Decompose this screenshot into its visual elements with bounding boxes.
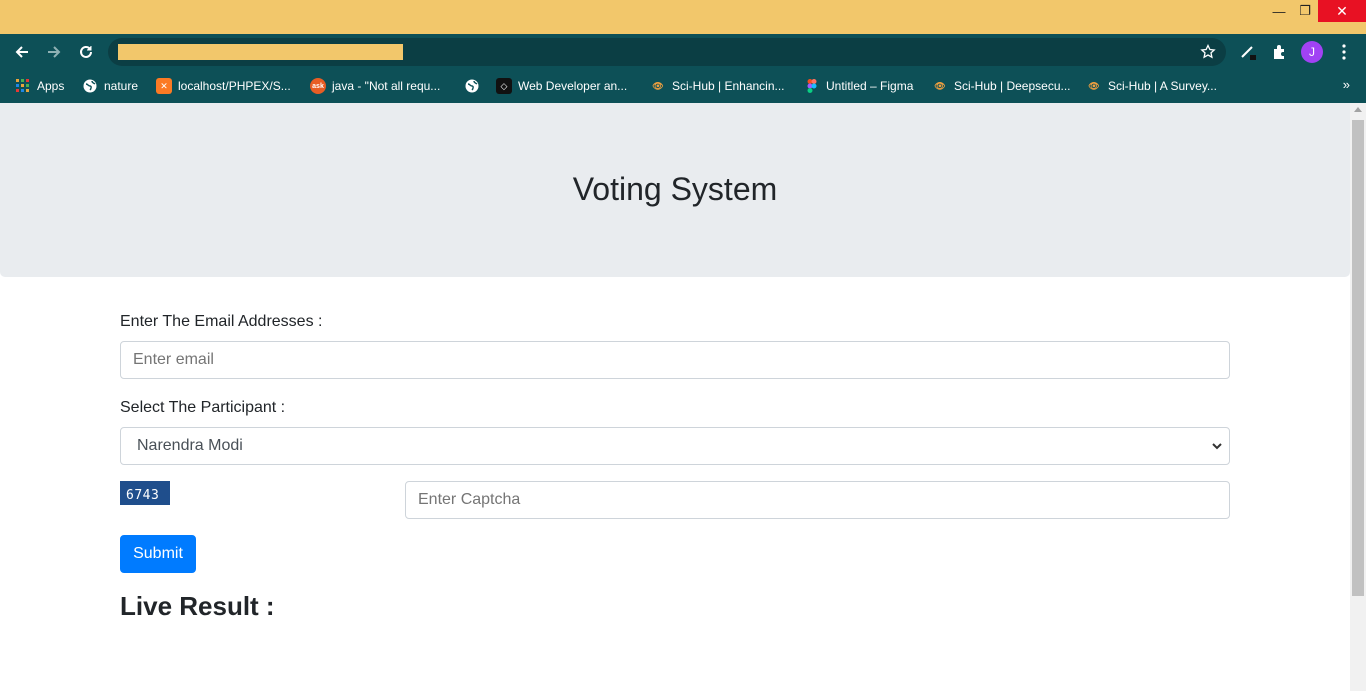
bookmark-label: nature — [104, 79, 139, 93]
bookmark-label: java - "Not all requ... — [332, 79, 441, 93]
apps-grid-icon — [15, 78, 31, 94]
globe-icon — [464, 78, 480, 94]
reload-icon — [80, 45, 92, 58]
bookmark-label: Untitled – Figma — [826, 79, 914, 93]
extensions-puzzle-icon[interactable] — [1270, 42, 1290, 62]
page-title: Voting System — [572, 171, 778, 207]
bookmark-label: Sci-Hub | A Survey... — [1108, 79, 1217, 93]
bookmark-scihub-1[interactable]: 👁 Sci-Hub | Enhancin... — [650, 76, 785, 96]
url-redacted — [118, 44, 403, 60]
webdev-icon: ◇ — [496, 78, 512, 94]
bookmark-star-icon[interactable] — [1200, 44, 1216, 60]
bookmark-localhost[interactable]: ✕ localhost/PHPEX/S... — [156, 76, 291, 96]
bookmark-nature[interactable]: nature — [82, 76, 138, 96]
bookmark-globe[interactable] — [464, 76, 486, 96]
bookmark-label: Apps — [37, 79, 65, 93]
bookmarks-overflow-button[interactable]: » — [1343, 77, 1350, 92]
bookmark-label: localhost/PHPEX/S... — [178, 79, 291, 93]
bookmark-label: Sci-Hub | Enhancin... — [672, 79, 785, 93]
window-title-bar: — ❐ ✕ — [0, 0, 1366, 34]
bookmark-scihub-2[interactable]: 👁 Sci-Hub | Deepsecu... — [932, 76, 1071, 96]
chevron-down-icon — [1212, 443, 1222, 450]
globe-icon — [82, 78, 98, 94]
scihub-icon: 👁 — [652, 80, 664, 91]
scroll-up-arrow-icon[interactable] — [1354, 107, 1362, 112]
bookmark-apps[interactable]: Apps — [15, 76, 64, 96]
live-result-heading: Live Result : — [120, 591, 275, 621]
page-content: Voting System Enter The Email Addresses … — [0, 103, 1350, 691]
bookmark-web-developer[interactable]: ◇ Web Developer an... — [496, 76, 627, 96]
submit-button[interactable]: Submit — [120, 535, 196, 573]
reload-button[interactable] — [74, 40, 98, 64]
forward-button[interactable] — [42, 40, 66, 64]
xampp-icon: ✕ — [156, 78, 172, 94]
bookmark-label: Sci-Hub | Deepsecu... — [954, 79, 1071, 93]
bookmark-scihub-3[interactable]: 👁 Sci-Hub | A Survey... — [1086, 76, 1217, 96]
ask-icon: ask — [310, 78, 326, 94]
bookmark-label: Web Developer an... — [518, 79, 628, 93]
bookmark-figma[interactable]: Untitled – Figma — [804, 76, 913, 96]
scihub-icon: 👁 — [934, 80, 946, 91]
forward-arrow-icon — [48, 46, 61, 58]
participant-label: Select The Participant : — [120, 399, 286, 416]
close-window-button[interactable]: ✕ — [1318, 0, 1366, 22]
profile-avatar[interactable]: J — [1301, 41, 1323, 63]
browser-menu-icon[interactable] — [1334, 42, 1354, 62]
extension-pen-icon[interactable] — [1238, 42, 1258, 62]
address-bar[interactable] — [108, 38, 1226, 66]
participant-selected-value: Narendra Modi — [137, 437, 243, 454]
captcha-image: 6743 — [120, 481, 170, 505]
email-field[interactable] — [120, 341, 1230, 379]
back-button[interactable] — [10, 40, 34, 64]
captcha-input[interactable] — [405, 481, 1230, 519]
bookmark-java-ask[interactable]: ask java - "Not all requ... — [310, 76, 440, 96]
header-jumbotron: Voting System — [0, 103, 1350, 277]
figma-icon — [804, 78, 820, 94]
back-arrow-icon — [15, 46, 28, 58]
scihub-icon: 👁 — [1088, 80, 1100, 91]
scrollbar-thumb[interactable] — [1352, 120, 1364, 596]
email-label: Enter The Email Addresses : — [120, 313, 323, 330]
participant-select[interactable]: Narendra Modi — [120, 427, 1230, 465]
bookmarks-bar: Apps nature ✕ localhost/PHPEX/S... ask j… — [0, 70, 1366, 103]
browser-toolbar: J — [0, 34, 1366, 70]
restore-button[interactable]: ❐ — [1290, 0, 1320, 22]
page-scrollbar[interactable] — [1350, 103, 1366, 691]
